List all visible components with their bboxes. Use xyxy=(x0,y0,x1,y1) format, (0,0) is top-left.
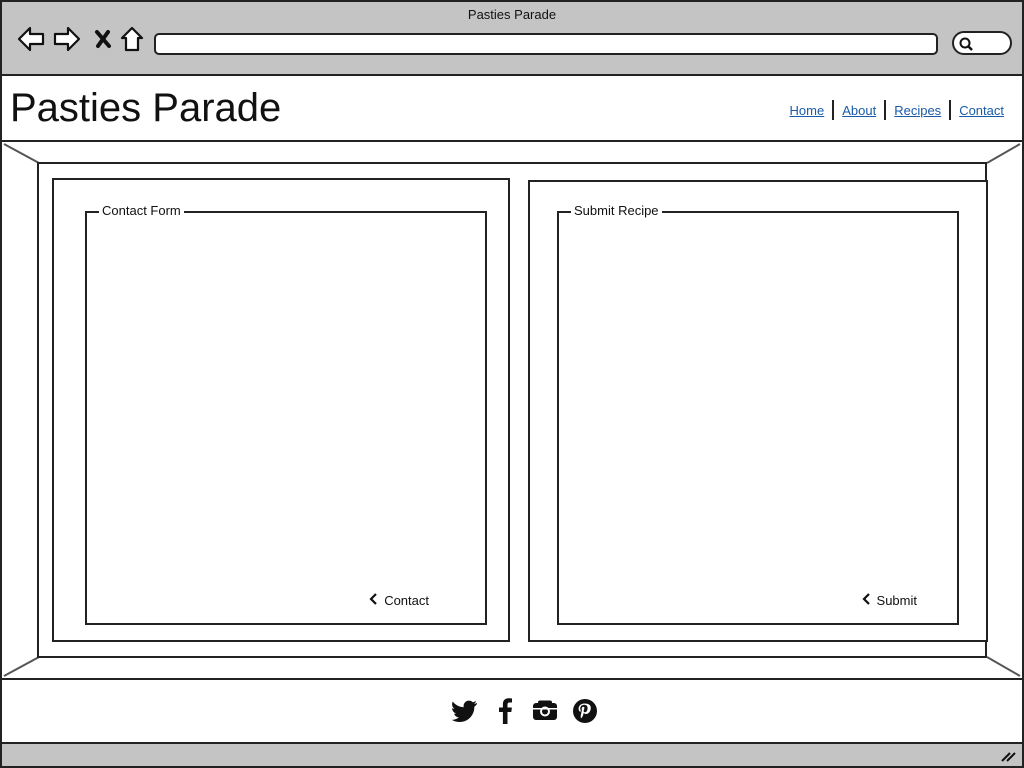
contact-button[interactable]: Contact xyxy=(368,592,429,609)
nav-link-recipes[interactable]: Recipes xyxy=(894,103,941,118)
page-footer xyxy=(2,680,1022,744)
content-area: Contact Form Contact Submit Recipe Submi… xyxy=(2,142,1022,680)
nav-divider xyxy=(884,100,887,120)
nav-link-home[interactable]: Home xyxy=(790,103,825,118)
contact-form: Contact Form Contact xyxy=(85,203,487,625)
submit-recipe-form: Submit Recipe Submit xyxy=(557,203,959,625)
back-arrow-icon[interactable] xyxy=(16,24,46,54)
nav-link-about[interactable]: About xyxy=(842,103,876,118)
site-title: Pasties Parade xyxy=(10,86,282,130)
address-bar[interactable] xyxy=(154,33,938,55)
twitter-icon[interactable] xyxy=(450,696,480,726)
instagram-icon[interactable] xyxy=(530,696,560,726)
search-field[interactable] xyxy=(952,31,1012,55)
recipe-panel: Submit Recipe Submit xyxy=(528,180,988,642)
nav-divider xyxy=(949,100,952,120)
contact-form-legend: Contact Form xyxy=(99,203,184,218)
main-container: Contact Form Contact Submit Recipe Submi… xyxy=(37,162,988,658)
chevron-left-icon xyxy=(368,592,378,609)
contact-button-label: Contact xyxy=(384,593,429,608)
resize-grip-icon[interactable] xyxy=(1000,749,1016,767)
close-icon[interactable] xyxy=(88,24,118,54)
page-header: Pasties Parade Home About Recipes Contac… xyxy=(2,76,1022,142)
chevron-left-icon xyxy=(861,592,871,609)
browser-toolbar: Pasties Parade xyxy=(2,2,1022,76)
nav-link-contact[interactable]: Contact xyxy=(959,103,1004,118)
top-navigation: Home About Recipes Contact xyxy=(790,100,1004,120)
search-icon xyxy=(959,37,973,51)
facebook-icon[interactable] xyxy=(490,696,520,726)
contact-panel: Contact Form Contact xyxy=(52,178,510,642)
submit-button-label: Submit xyxy=(876,593,917,608)
home-icon[interactable] xyxy=(117,24,147,54)
submit-button[interactable]: Submit xyxy=(861,592,917,609)
status-bar xyxy=(2,744,1022,766)
window-title: Pasties Parade xyxy=(467,7,557,22)
nav-divider xyxy=(832,100,835,120)
browser-window: Pasties Parade Pasties Parade Home About… xyxy=(0,0,1024,768)
pinterest-icon[interactable] xyxy=(570,696,600,726)
forward-arrow-icon[interactable] xyxy=(52,24,82,54)
submit-recipe-legend: Submit Recipe xyxy=(571,203,662,218)
social-links xyxy=(450,696,610,726)
